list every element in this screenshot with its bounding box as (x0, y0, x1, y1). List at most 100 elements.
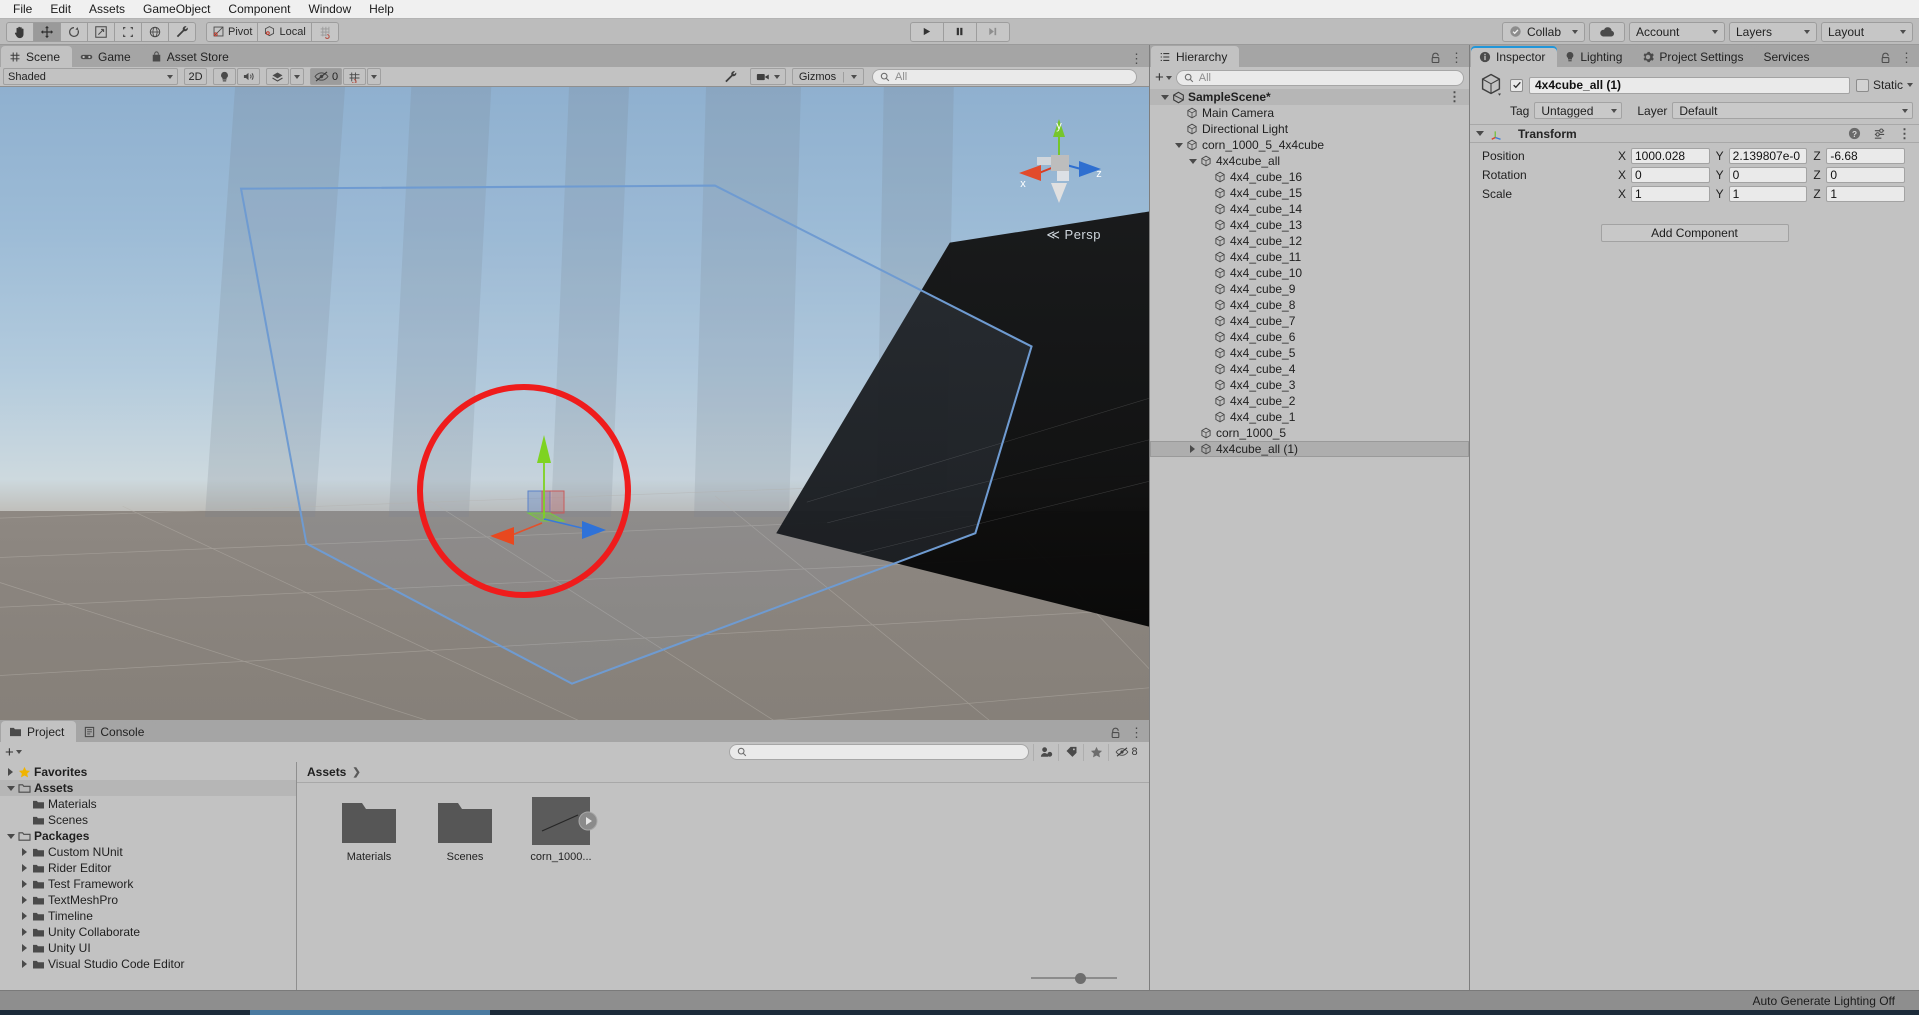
hierarchy-list[interactable]: SampleScene* ⋮ Main Camera Directional Ligh… (1150, 88, 1469, 990)
shading-mode-dropdown[interactable]: Shaded (3, 68, 178, 85)
hierarchy-item-corn-1000-5[interactable]: corn_1000_5 (1150, 425, 1469, 441)
scene-component-tools-button[interactable] (719, 68, 742, 85)
menu-item-gameobject[interactable]: GameObject (134, 0, 219, 18)
hierarchy-item-4x4-cube-5[interactable]: 4x4_cube_5 (1150, 345, 1469, 361)
transform-rotation-x-input[interactable]: 0 (1631, 166, 1710, 183)
asset-item-materials[interactable]: Materials (331, 797, 407, 863)
project-tree[interactable]: Favorites Assets Materials Scenes Packages Cu… (0, 762, 297, 990)
play-button[interactable] (909, 21, 944, 42)
tab-asset-store[interactable]: Asset Store (142, 46, 241, 67)
filter-by-type-button[interactable] (1033, 743, 1058, 761)
hierarchy-item-4x4-cube-10[interactable]: 4x4_cube_10 (1150, 265, 1469, 281)
project-tree-item-timeline[interactable]: Timeline (0, 908, 296, 924)
add-component-button[interactable]: Add Component (1600, 224, 1789, 242)
breadcrumb-assets[interactable]: Assets (307, 765, 346, 779)
transform-rotation-z-input[interactable]: 0 (1826, 166, 1906, 183)
scene-audio-toggle[interactable] (237, 68, 260, 85)
foldout-icon[interactable] (22, 928, 27, 936)
foldout-icon[interactable] (22, 912, 27, 920)
hierarchy-item-4x4-cube-11[interactable]: 4x4_cube_11 (1150, 249, 1469, 265)
layers-button[interactable]: Layers (1729, 21, 1817, 42)
hierarchy-item-samplescene[interactable]: SampleScene* ⋮ (1150, 89, 1469, 105)
tab-project-settings[interactable]: Project Settings (1634, 46, 1756, 67)
foldout-icon[interactable] (22, 944, 27, 952)
custom-tool-button[interactable] (168, 21, 196, 42)
collab-button[interactable]: Collab (1501, 21, 1585, 42)
menu-item-window[interactable]: Window (299, 0, 360, 18)
project-tree-twisty[interactable] (18, 848, 31, 856)
project-tree-item-packages[interactable]: Packages (0, 828, 296, 844)
pivot-toggle-button[interactable]: Pivot (206, 21, 259, 42)
asset-item-corn-1000[interactable]: corn_1000... (523, 797, 599, 863)
tab-inspector[interactable]: Inspector (1471, 46, 1558, 67)
rect-tool-button[interactable] (114, 21, 142, 42)
foldout-icon[interactable] (1160, 94, 1169, 100)
scene-fx-caret[interactable] (290, 68, 304, 85)
project-tree-twisty[interactable] (18, 912, 31, 920)
scene-context-menu-icon[interactable]: ⋮ (1448, 90, 1461, 103)
project-tree-item-custom-nunit[interactable]: Custom NUnit (0, 844, 296, 860)
tab-services[interactable]: Services (1755, 46, 1822, 67)
object-name-input[interactable]: 4x4cube_all (1) (1529, 76, 1850, 94)
foldout-icon[interactable] (22, 848, 27, 856)
foldout-icon[interactable] (22, 864, 27, 872)
lock-icon[interactable] (1880, 52, 1891, 64)
hierarchy-item-4x4-cube-3[interactable]: 4x4_cube_3 (1150, 377, 1469, 393)
asset-grid[interactable]: Materials Scenes corn_1000... (297, 783, 1149, 966)
scene-grid-toggle[interactable] (343, 68, 367, 85)
hierarchy-item-4x4-cube-8[interactable]: 4x4_cube_8 (1150, 297, 1469, 313)
project-search-input[interactable] (729, 744, 1029, 760)
menu-item-assets[interactable]: Assets (80, 0, 134, 18)
preset-icon[interactable] (1873, 127, 1886, 140)
hierarchy-item-4x4-cube-7[interactable]: 4x4_cube_7 (1150, 313, 1469, 329)
static-checkbox[interactable] (1855, 78, 1869, 92)
inspector-panel-menu-icon[interactable]: ⋮ (1900, 51, 1913, 64)
hierarchy-item-4x4-cube-15[interactable]: 4x4_cube_15 (1150, 185, 1469, 201)
project-tree-item-materials[interactable]: Materials (0, 796, 296, 812)
project-tree-item-unity-ui[interactable]: Unity UI (0, 940, 296, 956)
transform-menu-icon[interactable]: ⋮ (1898, 127, 1911, 140)
hierarchy-item-4x4cube-all[interactable]: 4x4cube_all (1150, 153, 1469, 169)
project-tree-twisty[interactable] (4, 768, 17, 776)
menu-item-edit[interactable]: Edit (41, 0, 80, 18)
step-button[interactable] (975, 21, 1010, 42)
preview-play-icon[interactable] (578, 811, 598, 831)
project-tree-twisty[interactable] (18, 928, 31, 936)
hierarchy-panel-menu-icon[interactable]: ⋮ (1450, 51, 1463, 64)
tab-console[interactable]: Console (76, 721, 157, 742)
foldout-icon[interactable] (6, 785, 15, 791)
foldout-icon[interactable] (1188, 158, 1197, 164)
layer-dropdown[interactable]: Default (1672, 102, 1913, 119)
transform-scale-x-input[interactable]: 1 (1631, 185, 1710, 202)
scene-search-input[interactable]: All (872, 68, 1137, 85)
transform-position-x-input[interactable]: 1000.028 (1631, 147, 1710, 164)
project-tree-item-test-framework[interactable]: Test Framework (0, 876, 296, 892)
project-tree-twisty[interactable] (18, 864, 31, 872)
project-hidden-count[interactable]: 8 (1108, 743, 1144, 761)
hierarchy-item-4x4-cube-4[interactable]: 4x4_cube_4 (1150, 361, 1469, 377)
pause-button[interactable] (942, 21, 977, 42)
hierarchy-item-4x4-cube-12[interactable]: 4x4_cube_12 (1150, 233, 1469, 249)
scene-fx-dropdown[interactable] (266, 68, 289, 85)
transform-position-y-input[interactable]: 2.139807e-0 (1728, 147, 1808, 164)
hierarchy-item-corn-1000-5-4x4cube[interactable]: corn_1000_5_4x4cube (1150, 137, 1469, 153)
project-tree-twisty[interactable] (4, 785, 17, 791)
hierarchy-item-4x4-cube-6[interactable]: 4x4_cube_6 (1150, 329, 1469, 345)
transform-rotation-y-input[interactable]: 0 (1728, 166, 1808, 183)
account-button[interactable]: Account (1629, 21, 1725, 42)
cloud-button[interactable] (1589, 21, 1625, 42)
project-add-button[interactable]: + (5, 745, 22, 760)
hierarchy-twisty[interactable] (1172, 142, 1185, 148)
object-enabled-checkbox[interactable] (1510, 78, 1523, 92)
tab-lighting[interactable]: Lighting (1557, 46, 1635, 67)
project-tree-item-visual-studio-code-editor[interactable]: Visual Studio Code Editor (0, 956, 296, 972)
foldout-icon[interactable] (6, 833, 15, 839)
asset-zoom-slider[interactable] (1031, 971, 1117, 985)
hierarchy-add-button[interactable]: + (1155, 70, 1172, 85)
scene-axis-gizmo[interactable]: y x z (1011, 115, 1107, 211)
tab-game[interactable]: Game (72, 46, 143, 67)
project-tree-twisty[interactable] (18, 880, 31, 888)
scene-camera-dropdown[interactable] (749, 68, 786, 85)
hierarchy-search-input[interactable]: All (1175, 69, 1464, 86)
hierarchy-item-4x4-cube-1[interactable]: 4x4_cube_1 (1150, 409, 1469, 425)
